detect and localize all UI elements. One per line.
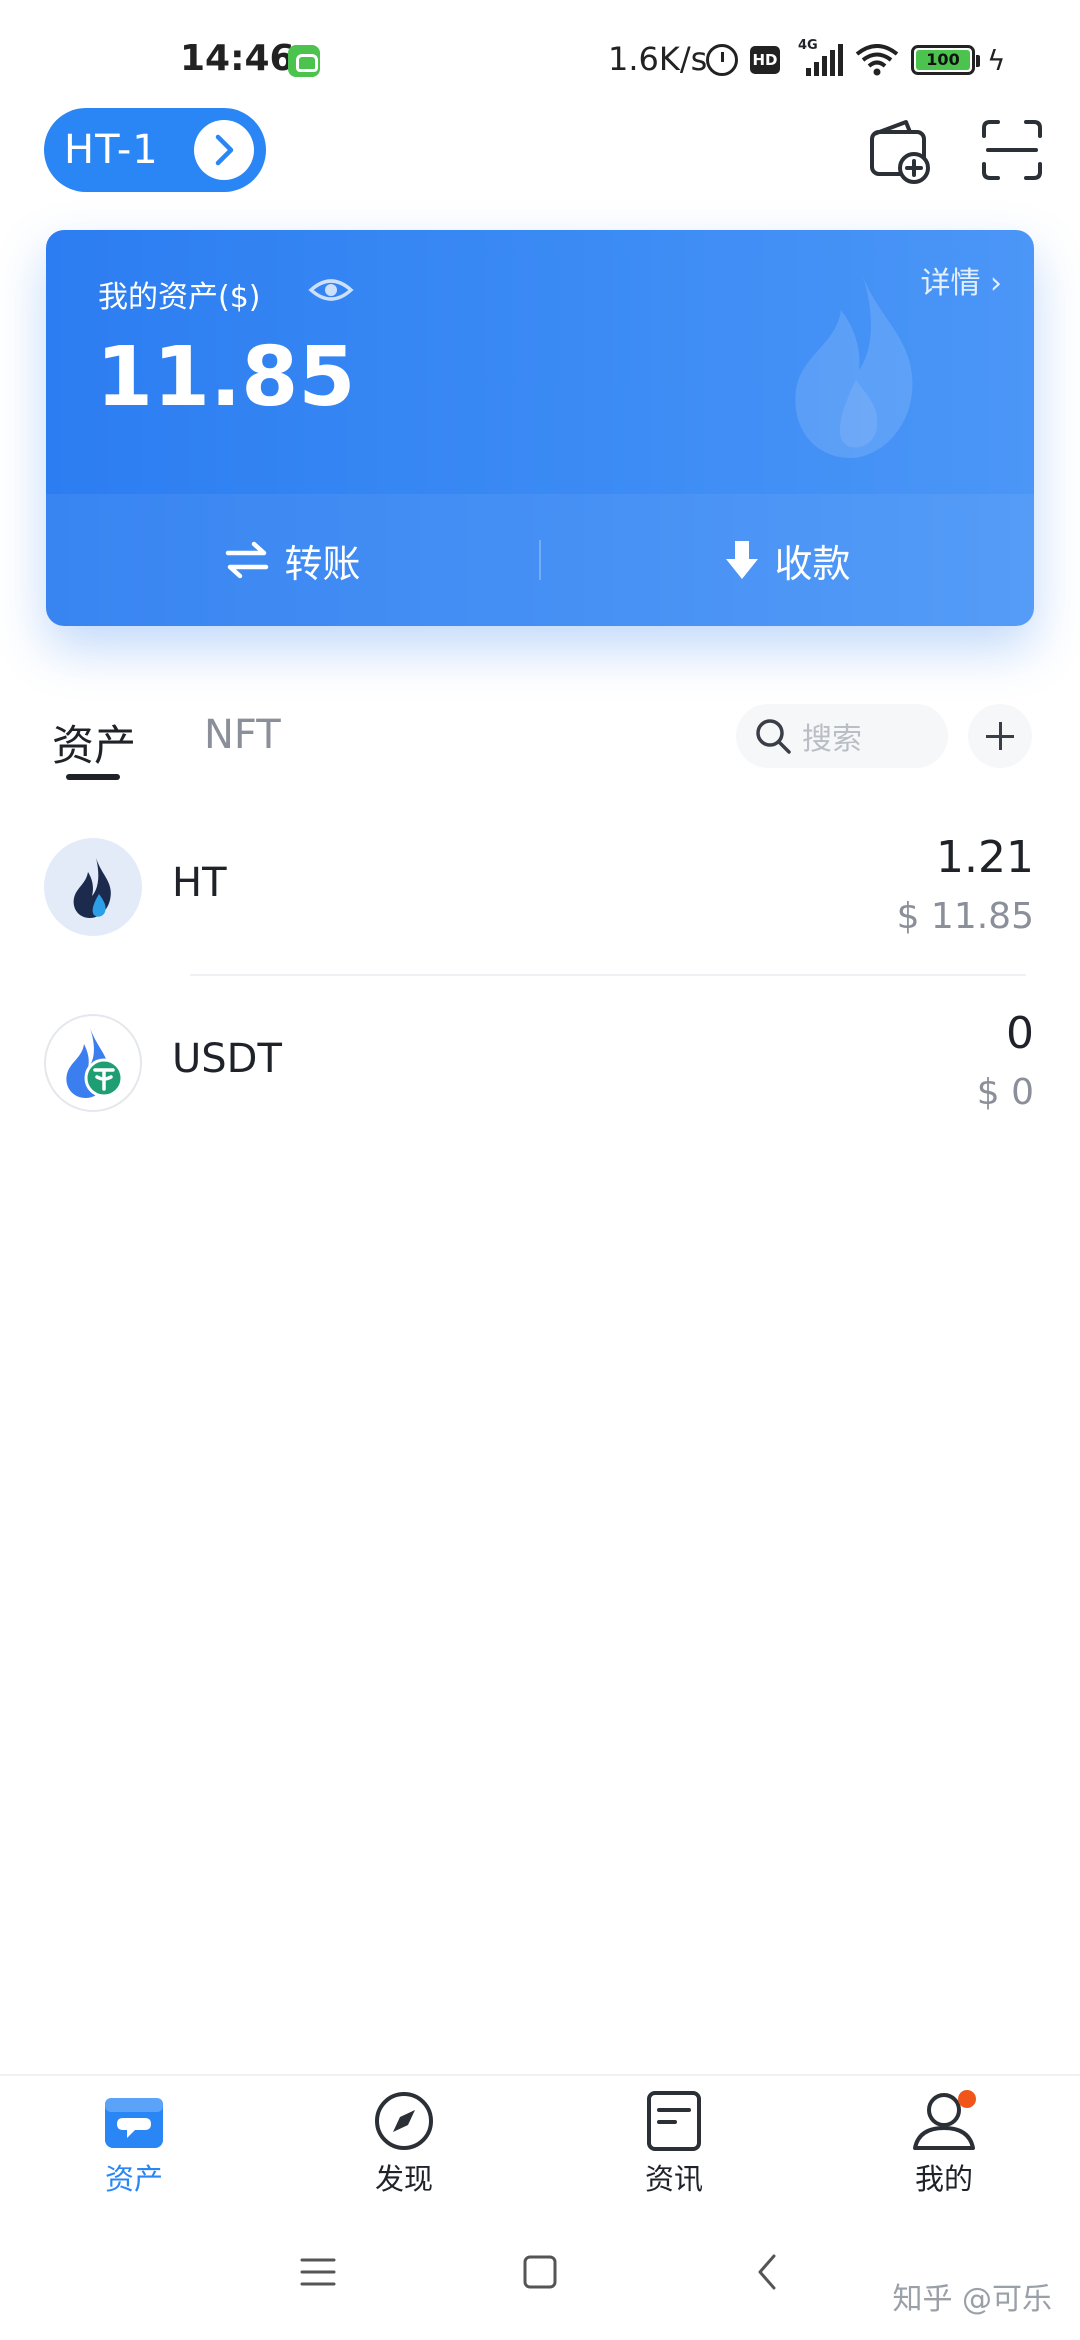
- tab-active-indicator: [66, 774, 120, 780]
- receive-label: 收款: [774, 541, 851, 586]
- nav-label-news: 资讯: [644, 2162, 703, 2196]
- transfer-icon: [226, 541, 269, 579]
- nav-label-discover: 发现: [374, 2162, 433, 2196]
- charging-icon: ϟ: [987, 43, 1006, 77]
- add-wallet-icon[interactable]: [866, 116, 934, 184]
- wifi-icon: [855, 44, 899, 76]
- search-placeholder: 搜索: [802, 722, 862, 757]
- bottom-nav: 资产 发现 资讯 我的: [0, 2074, 1080, 2210]
- ht-token-icon: [44, 838, 142, 936]
- scan-icon[interactable]: [978, 116, 1046, 184]
- token-value: $ 11.85: [896, 896, 1034, 937]
- wallet-name: HT-1: [64, 127, 159, 173]
- status-icons: HD 4G 100 ϟ: [706, 38, 1006, 80]
- hd-icon: HD: [750, 46, 780, 74]
- nav-item-assets[interactable]: 资产: [64, 2090, 204, 2206]
- eye-icon[interactable]: [308, 270, 354, 310]
- card-actions: 转账 收款: [46, 494, 1034, 626]
- nav-label-profile: 我的: [914, 2162, 973, 2196]
- nav-label-assets: 资产: [104, 2162, 163, 2196]
- add-token-button[interactable]: [968, 704, 1032, 768]
- system-nav: 知乎 @可乐: [0, 2210, 1080, 2340]
- tab-nft[interactable]: NFT: [204, 712, 281, 758]
- wallet-icon: [105, 2098, 163, 2148]
- home-icon[interactable]: [520, 2252, 560, 2296]
- alarm-icon: [706, 44, 738, 76]
- token-row-ht[interactable]: HT 1.21 $ 11.85: [0, 802, 1080, 972]
- chevron-right-icon: [194, 120, 254, 180]
- download-arrow-icon: [726, 541, 759, 579]
- asset-summary-card: 我的资产($) 详情 › 11.85 转账 收款: [46, 230, 1034, 626]
- huobi-flame-icon: [795, 270, 913, 458]
- token-amount: 0: [1006, 1008, 1034, 1059]
- notification-badge: [958, 2090, 976, 2108]
- total-asset-amount: 11.85: [96, 330, 356, 425]
- nav-item-profile[interactable]: 我的: [874, 2090, 1014, 2206]
- battery-icon: 100: [911, 45, 980, 75]
- token-name: HT: [172, 860, 227, 906]
- detail-link[interactable]: 详情 ›: [920, 258, 1002, 302]
- transfer-label: 转账: [284, 541, 361, 586]
- token-row-usdt[interactable]: USDT 0 $ 0: [0, 978, 1080, 1148]
- usdt-token-icon: [44, 1014, 142, 1112]
- search-icon: [756, 719, 791, 754]
- network-speed: 1.6K/s: [608, 40, 708, 78]
- wallet-switcher-button[interactable]: HT-1: [44, 108, 266, 192]
- search-input[interactable]: 搜索: [736, 704, 948, 768]
- watermark: 知乎 @可乐: [892, 2282, 1052, 2317]
- nav-item-news[interactable]: 资讯: [604, 2090, 744, 2206]
- signal-icon: 4G: [792, 38, 843, 76]
- news-icon: [647, 2091, 701, 2151]
- app-notification-icon: [288, 45, 320, 77]
- token-name: USDT: [172, 1036, 282, 1082]
- nav-item-discover[interactable]: 发现: [334, 2090, 474, 2206]
- token-value: $ 0: [976, 1072, 1034, 1113]
- transfer-button[interactable]: 转账: [46, 494, 539, 626]
- compass-icon: [375, 2092, 433, 2150]
- status-time: 14:46: [180, 38, 295, 79]
- receive-button[interactable]: 收款: [541, 494, 1034, 626]
- battery-level: 100: [916, 50, 970, 70]
- network-type: 4G: [798, 38, 818, 53]
- tab-assets[interactable]: 资产: [52, 712, 136, 773]
- token-amount: 1.21: [936, 832, 1034, 883]
- menu-icon[interactable]: [298, 2252, 338, 2296]
- status-bar: 14:46 1.6K/s HD 4G 100 ϟ: [0, 0, 1080, 110]
- asset-label: 我的资产($): [98, 280, 261, 315]
- row-divider: [190, 974, 1026, 976]
- back-icon[interactable]: [748, 2252, 788, 2296]
